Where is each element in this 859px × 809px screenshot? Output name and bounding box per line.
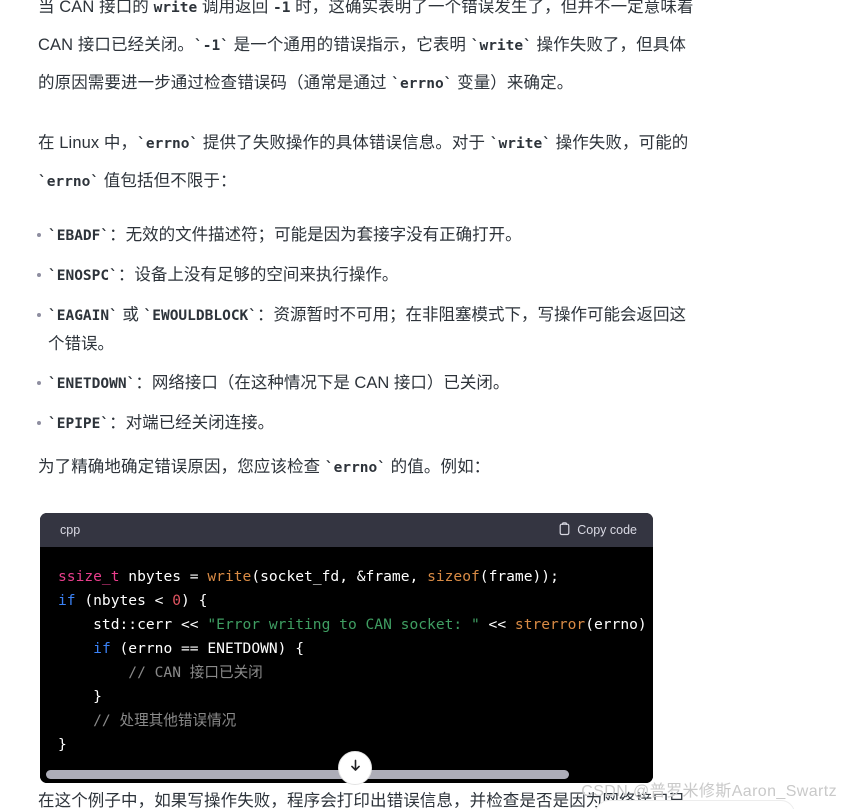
bottom-input-pill (595, 800, 795, 809)
code-text[interactable]: ssize_t nbytes = write(socket_fd, &frame… (40, 565, 653, 757)
inline-code-minus-one-2: `-1` (194, 38, 229, 54)
errno-desc-ebadf: ：无效的文件描述符；可能是因为套接字没有正确打开。 (109, 226, 522, 244)
inline-code-minus-one: -1 (273, 0, 291, 16)
errno-desc-enetdown: ：网络接口（在这种情况下是 CAN 接口）已关闭。 (135, 374, 510, 392)
csdn-watermark: CSDN @普罗米修斯Aaron_Swartz (581, 783, 837, 800)
errno-value-list: `EBADF`：无效的文件描述符；可能是因为套接字没有正确打开。 `ENOSPC… (0, 221, 700, 438)
scroll-to-bottom-button[interactable] (338, 751, 372, 785)
p3-text-a: 为了精确地确定错误原因，您应该检查 (38, 458, 325, 476)
inline-code-errno-3: `errno` (324, 460, 386, 476)
inline-code-errno-2: `errno` (38, 174, 100, 190)
p1-text-a: 当 CAN 接口的 (38, 0, 154, 16)
p1-text-d: 是一个通用的错误指示，它表明 (228, 36, 471, 54)
p1-text-f: 变量）来确定。 (452, 74, 574, 92)
p2-text-d: 值包括但不限于： (99, 172, 237, 190)
copy-code-label: Copy code (577, 523, 637, 537)
p2-text-b: 提供了失败操作的具体错误信息。对于 (198, 134, 490, 152)
paragraph-write-return: 当 CAN 接口的 write 调用返回 -1 时，这确实表明了一个错误发生了，… (0, 0, 700, 103)
inline-code-write: write (153, 0, 198, 16)
list-item: `EBADF`：无效的文件描述符；可能是因为套接字没有正确打开。 (0, 221, 700, 250)
errno-conjunction: 或 (117, 306, 144, 324)
message-content: 当 CAN 接口的 write 调用返回 -1 时，这确实表明了一个错误发生了，… (0, 0, 859, 809)
list-item: `EPIPE`：对端已经关闭连接。 (0, 409, 700, 438)
p2-text-c: 操作失败，可能的 (550, 134, 689, 152)
p3-text-b: 的值。例如： (386, 458, 491, 476)
code-block: cpp Copy code ssize_t nbytes = write(soc… (40, 513, 653, 783)
list-item: `EAGAIN` 或 `EWOULDBLOCK`：资源暂时不可用；在非阻塞模式下… (0, 301, 700, 358)
errno-code-eagain: `EAGAIN` (48, 308, 118, 324)
errno-code-ebadf: `EBADF` (48, 228, 110, 244)
p2-text-a: 在 Linux 中， (38, 134, 138, 152)
code-scrollbar-thumb[interactable] (46, 770, 569, 779)
code-block-header: cpp Copy code (40, 513, 653, 547)
errno-code-ewouldblock: `EWOULDBLOCK` (143, 308, 258, 324)
code-language-label: cpp (60, 523, 81, 537)
errno-code-epipe: `EPIPE` (48, 416, 110, 432)
errno-code-enospc: `ENOSPC` (48, 268, 118, 284)
clipboard-icon (558, 521, 571, 539)
errno-desc-enospc: ：设备上没有足够的空间来执行操作。 (117, 266, 399, 284)
inline-code-write-3: `write` (489, 136, 551, 152)
paragraph-check-errno: 为了精确地确定错误原因，您应该检查 `errno` 的值。例如： (0, 449, 700, 487)
code-block-body: ssize_t nbytes = write(socket_fd, &frame… (40, 547, 653, 767)
p1-text-b: 调用返回 (197, 0, 274, 16)
arrow-down-icon (348, 758, 363, 778)
inline-code-errno: `errno` (391, 76, 453, 92)
list-item: `ENOSPC`：设备上没有足够的空间来执行操作。 (0, 261, 700, 290)
errno-code-enetdown: `ENETDOWN` (48, 376, 136, 392)
chat-answer-page: 当 CAN 接口的 write 调用返回 -1 时，这确实表明了一个错误发生了，… (0, 0, 859, 809)
list-item: `ENETDOWN`：网络接口（在这种情况下是 CAN 接口）已关闭。 (0, 369, 700, 398)
copy-code-button[interactable]: Copy code (558, 521, 637, 539)
inline-code-errno-1: `errno` (137, 136, 199, 152)
errno-desc-epipe: ：对端已经关闭连接。 (109, 414, 275, 432)
paragraph-errno-intro: 在 Linux 中，`errno` 提供了失败操作的具体错误信息。对于 `wri… (0, 125, 700, 201)
inline-code-write-2: `write` (470, 38, 532, 54)
